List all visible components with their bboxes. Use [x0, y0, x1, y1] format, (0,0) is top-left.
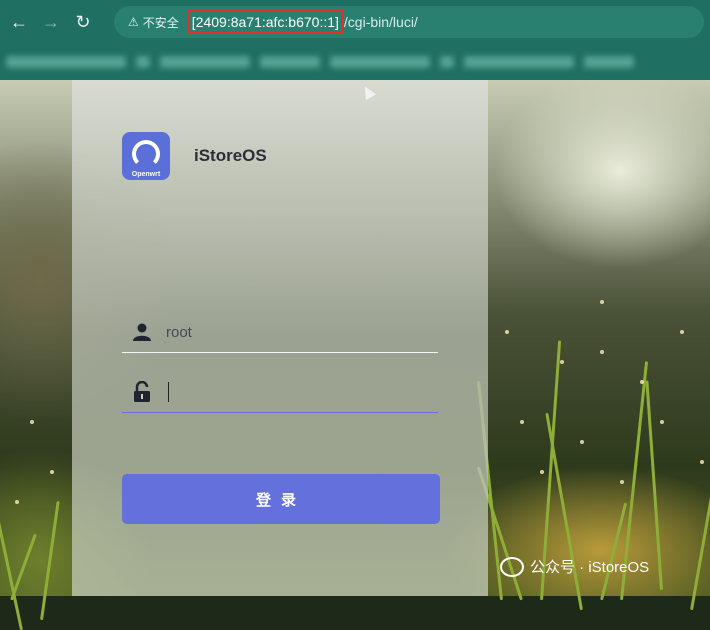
- grass-blade: [10, 533, 37, 601]
- dew-drop: [30, 420, 34, 424]
- bookmark-item[interactable]: [6, 56, 126, 68]
- bookmark-item[interactable]: [330, 56, 430, 68]
- username-input[interactable]: [162, 322, 438, 342]
- dew-drop: [15, 500, 19, 504]
- reload-button[interactable]: ↻: [70, 9, 96, 35]
- bookmark-item[interactable]: [260, 56, 320, 68]
- password-input[interactable]: [169, 382, 438, 402]
- grass-blade: [0, 482, 23, 630]
- bookmark-item[interactable]: [464, 56, 574, 68]
- grass-blade: [690, 432, 710, 611]
- bookmark-item[interactable]: [136, 56, 150, 68]
- grass-blade: [40, 500, 60, 621]
- security-label: 不安全: [142, 15, 179, 30]
- unlock-icon: [122, 381, 162, 403]
- logo-text: Openwrt: [131, 171, 161, 178]
- url-host: [2409:8a71:afc:b670::1]: [186, 10, 344, 34]
- security-indicator[interactable]: ⚠ 不安全: [124, 14, 183, 31]
- forward-button[interactable]: →: [38, 9, 64, 35]
- brand-name: iStoreOS: [194, 146, 267, 165]
- dew-drop: [660, 420, 664, 424]
- openwrt-logo: Openwrt: [122, 132, 170, 180]
- login-panel: Openwrt iStoreOS 登录: [72, 80, 488, 596]
- dew-drop: [520, 420, 524, 424]
- warning-triangle-icon: ⚠: [128, 15, 139, 29]
- dew-drop: [620, 480, 624, 484]
- login-button[interactable]: 登录: [122, 474, 440, 524]
- dew-drop: [50, 470, 54, 474]
- arrow-left-icon: ←: [10, 11, 28, 32]
- dew-drop: [600, 300, 604, 304]
- dew-drop: [560, 360, 564, 364]
- bookmark-item[interactable]: [584, 56, 634, 68]
- dew-drop: [580, 440, 584, 444]
- dew-drop: [700, 460, 704, 464]
- url-path: /cgi-bin/luci/: [343, 14, 418, 30]
- back-button[interactable]: ←: [6, 9, 32, 35]
- grass-blade: [545, 412, 583, 611]
- dew-drop: [640, 380, 644, 384]
- username-field: [122, 312, 438, 353]
- arrow-right-icon: →: [42, 11, 60, 32]
- url-text[interactable]: [2409:8a71:afc:b670::1] /cgi-bin/luci/: [186, 10, 418, 34]
- dew-drop: [540, 470, 544, 474]
- password-field: [122, 372, 438, 413]
- reload-icon: ↻: [75, 11, 91, 32]
- watermark: 公众号 · iStoreOS: [500, 556, 649, 577]
- address-bar[interactable]: ⚠ 不安全 [2409:8a71:afc:b670::1] /cgi-bin/l…: [114, 6, 704, 38]
- brand-header: Openwrt iStoreOS: [122, 132, 267, 180]
- dew-drop: [600, 350, 604, 354]
- browser-chrome: ← → ↻ ⚠ 不安全 [2409:8a71:afc:b670::1] /cgi…: [0, 0, 710, 80]
- wechat-icon: [500, 556, 524, 577]
- dew-drop: [505, 330, 509, 334]
- bookmark-item[interactable]: [160, 56, 250, 68]
- watermark-text: 公众号 · iStoreOS: [530, 559, 650, 576]
- power-ring-icon: [132, 140, 160, 168]
- dew-drop: [680, 330, 684, 334]
- bookmarks-bar: [0, 44, 710, 80]
- user-icon: [122, 323, 162, 341]
- bookmark-item[interactable]: [440, 56, 454, 68]
